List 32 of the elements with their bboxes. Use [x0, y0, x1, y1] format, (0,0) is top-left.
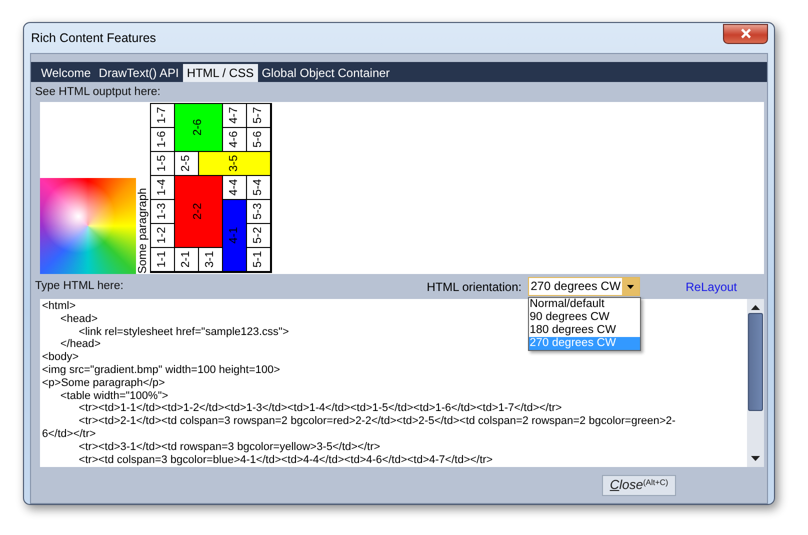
tab[interactable]: Global Object Container — [258, 64, 394, 82]
code-line: <head> — [59, 312, 98, 326]
tab[interactable]: DrawText() API — [94, 64, 183, 82]
window-title: Rich Content Features — [31, 30, 156, 46]
close-button[interactable]: Close$^{(Alt+C)}$ — [602, 474, 676, 496]
code-line: <link rel=stylesheet href="sample123.css"> — [78, 326, 289, 338]
table-cell: 5-1 — [246, 247, 271, 272]
code-line: <tr><td colspan=3 bgcolor=blue>4-1</td><td>4-4</td><td>4-6</td><td>4-7</td></tr> — [78, 454, 493, 466]
code-line: <tr><td>3-1</td><td rowspan=3 bgcolor=yellow>3-5</td></tr> — [78, 440, 380, 454]
code-line: </head> — [59, 338, 101, 352]
code-line: <html> — [42, 300, 76, 313]
editor-label: Type HTML here: — [35, 278, 124, 294]
dropdown-option[interactable]: Normal/default — [528, 298, 640, 311]
code-line: 6</td></tr> — [42, 428, 96, 441]
table-cell: 3-5 — [198, 151, 271, 176]
dropdown-option[interactable]: 180 degrees CW — [528, 324, 640, 337]
code-line: <table width="100%"> — [59, 390, 168, 402]
tab[interactable]: Welcome — [37, 64, 95, 82]
code-line: <p>Some paragraph</p> — [42, 376, 165, 390]
preview-label: See HTML ouptput here: — [34, 84, 162, 100]
table-cell: 2-6 — [174, 103, 223, 152]
dropdown-option[interactable]: 90 degrees CW — [528, 311, 640, 324]
code-line: <tr><td>2-1</td><td colspan=3 rowspan=2 bgcolor=red>2-2</td><td>2-5</td><td colspan=2 rowspan=2 bgcolor=green>2- — [78, 415, 676, 428]
table-cell: 4-1 — [222, 199, 247, 272]
orientation-label: HTML orientation: — [426, 278, 522, 296]
code-line: <body> — [42, 351, 79, 364]
relayout-link[interactable]: ReLayout — [686, 278, 737, 296]
paragraph-text: Some paragraph — [136, 188, 150, 274]
code-line: <img src="gradient.bmp" width=100 height=100> — [42, 364, 280, 377]
table-cell: 2-2 — [174, 175, 223, 248]
code-line: <tr><td>1-1</td><td>1-2</td><td>1-3</td><td>1-4</td><td>1-5</td><td>1-6</td><td>1-7</td></tr> — [78, 402, 562, 416]
tab[interactable]: HTML / CSS — [182, 64, 258, 82]
